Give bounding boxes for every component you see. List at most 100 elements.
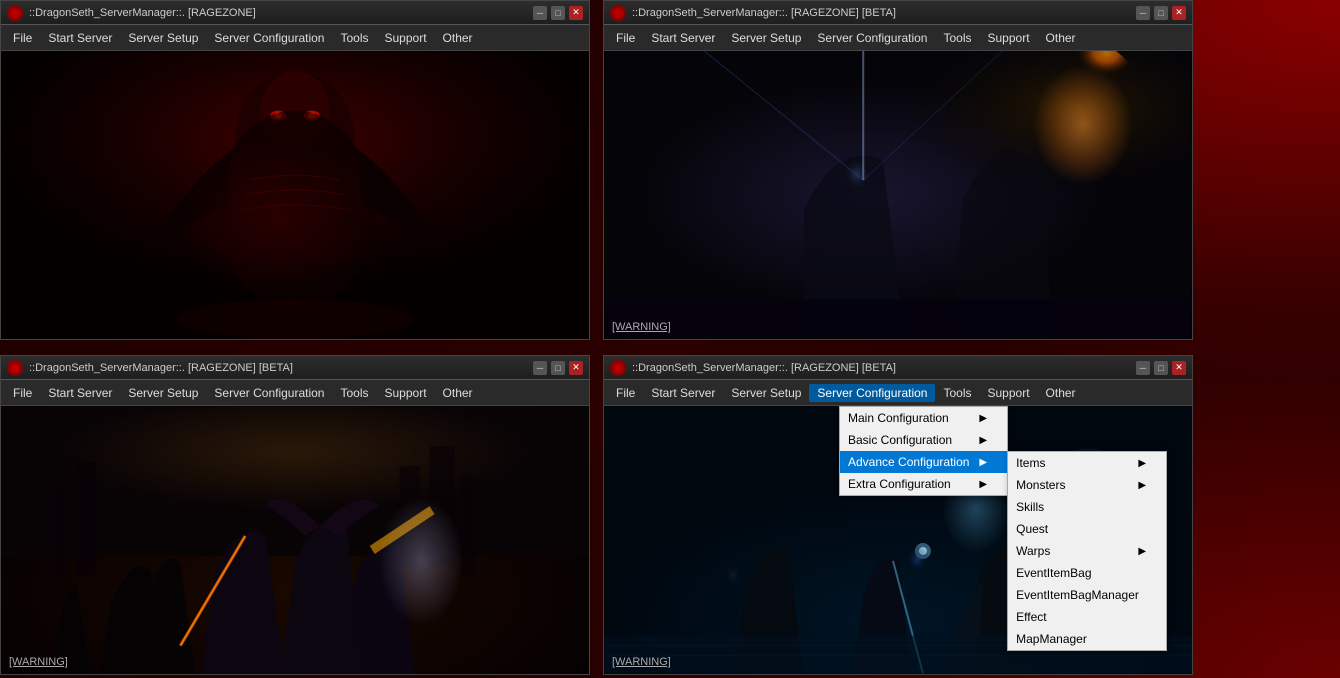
- menu-support-1[interactable]: Support: [377, 29, 435, 47]
- arrow-icon-extra-config: ▶: [979, 479, 987, 490]
- arrow-icon-basic-config: ▶: [979, 435, 987, 446]
- warning-text-3[interactable]: [WARNING]: [9, 656, 68, 668]
- menu-tools-1[interactable]: Tools: [332, 29, 376, 47]
- menu-support-4[interactable]: Support: [980, 384, 1038, 402]
- content-4: [WARNING] Main Configuration ▶ Basic Con…: [604, 406, 1192, 674]
- close-btn-1[interactable]: ✕: [569, 6, 583, 20]
- dropdown-basic-config[interactable]: Basic Configuration ▶: [840, 429, 1007, 451]
- menu-startserver-2[interactable]: Start Server: [643, 29, 723, 47]
- menu-serverconfig-4-active[interactable]: Server Configuration: [809, 384, 935, 402]
- menu-file-1[interactable]: File: [5, 29, 40, 47]
- menu-serversetup-1[interactable]: Server Setup: [120, 29, 206, 47]
- menu-serverconfig-3[interactable]: Server Configuration: [206, 384, 332, 402]
- window-1: ::DragonSeth_ServerManager::. [RAGEZONE]…: [0, 0, 590, 340]
- menu-other-3[interactable]: Other: [435, 384, 481, 402]
- menu-other-2[interactable]: Other: [1038, 29, 1084, 47]
- menu-other-4[interactable]: Other: [1038, 384, 1084, 402]
- art-svg-3: [1, 406, 589, 674]
- window-2: ::DragonSeth_ServerManager::. [RAGEZONE]…: [603, 0, 1193, 340]
- content-3: [WARNING]: [1, 406, 589, 674]
- title-bar-3: ::DragonSeth_ServerManager::. [RAGEZONE]…: [1, 356, 589, 380]
- arrow-icon-monsters: ▶: [1138, 480, 1146, 491]
- menu-other-1[interactable]: Other: [435, 29, 481, 47]
- app-icon-3: [7, 360, 23, 376]
- title-bar-4: ::DragonSeth_ServerManager::. [RAGEZONE]…: [604, 356, 1192, 380]
- maximize-btn-1[interactable]: □: [551, 6, 565, 20]
- menu-tools-3[interactable]: Tools: [332, 384, 376, 402]
- maximize-btn-3[interactable]: □: [551, 361, 565, 375]
- submenu-warps[interactable]: Warps ▶: [1008, 540, 1166, 562]
- window-4: ::DragonSeth_ServerManager::. [RAGEZONE]…: [603, 355, 1193, 675]
- menu-tools-2[interactable]: Tools: [935, 29, 979, 47]
- content-2: [WARNING]: [604, 51, 1192, 339]
- arrow-icon-main-config: ▶: [979, 413, 987, 424]
- title-text-4: ::DragonSeth_ServerManager::. [RAGEZONE]…: [632, 362, 1136, 374]
- app-icon-2: [610, 5, 626, 21]
- submenu-effect[interactable]: Effect: [1008, 606, 1166, 628]
- dropdown-main-config[interactable]: Main Configuration ▶: [840, 407, 1007, 429]
- menu-serverconfig-1[interactable]: Server Configuration: [206, 29, 332, 47]
- advance-config-submenu: Items ▶ Monsters ▶ Skills Ques: [1007, 451, 1167, 651]
- maximize-btn-4[interactable]: □: [1154, 361, 1168, 375]
- dropdown-advance-config[interactable]: Advance Configuration ▶ Items ▶ Monsters…: [840, 451, 1007, 473]
- menu-serversetup-3[interactable]: Server Setup: [120, 384, 206, 402]
- menu-startserver-1[interactable]: Start Server: [40, 29, 120, 47]
- submenu-quest[interactable]: Quest: [1008, 518, 1166, 540]
- menu-file-2[interactable]: File: [608, 29, 643, 47]
- title-controls-2: ─ □ ✕: [1136, 6, 1186, 20]
- minimize-btn-1[interactable]: ─: [533, 6, 547, 20]
- dropdown-extra-config[interactable]: Extra Configuration ▶: [840, 473, 1007, 495]
- menu-serverconfig-2[interactable]: Server Configuration: [809, 29, 935, 47]
- windows-container: ::DragonSeth_ServerManager::. [RAGEZONE]…: [0, 0, 1340, 678]
- warning-text-4[interactable]: [WARNING]: [612, 656, 671, 668]
- menu-bar-4: File Start Server Server Setup Server Co…: [604, 380, 1192, 406]
- title-text-2: ::DragonSeth_ServerManager::. [RAGEZONE]…: [632, 7, 1136, 19]
- submenu-eventitembagmanager[interactable]: EventItemBagManager: [1008, 584, 1166, 606]
- warning-text-2[interactable]: [WARNING]: [612, 321, 671, 333]
- artwork-1: [1, 51, 589, 339]
- artwork-2: [604, 51, 1192, 339]
- title-controls-3: ─ □ ✕: [533, 361, 583, 375]
- submenu-items[interactable]: Items ▶: [1008, 452, 1166, 474]
- close-btn-4[interactable]: ✕: [1172, 361, 1186, 375]
- menu-support-2[interactable]: Support: [980, 29, 1038, 47]
- menu-serversetup-4[interactable]: Server Setup: [723, 384, 809, 402]
- submenu-skills[interactable]: Skills: [1008, 496, 1166, 518]
- menu-startserver-4[interactable]: Start Server: [643, 384, 723, 402]
- arrow-icon-advance-config: ▶: [979, 457, 987, 468]
- menu-file-4[interactable]: File: [608, 384, 643, 402]
- submenu-monsters[interactable]: Monsters ▶: [1008, 474, 1166, 496]
- artwork-3: [1, 406, 589, 674]
- minimize-btn-4[interactable]: ─: [1136, 361, 1150, 375]
- server-config-dropdown: Main Configuration ▶ Basic Configuration…: [839, 406, 1008, 496]
- menu-startserver-3[interactable]: Start Server: [40, 384, 120, 402]
- title-controls-1: ─ □ ✕: [533, 6, 583, 20]
- arrow-icon-items: ▶: [1138, 458, 1146, 469]
- app-icon-1: [7, 5, 23, 21]
- close-btn-3[interactable]: ✕: [569, 361, 583, 375]
- menu-bar-2: File Start Server Server Setup Server Co…: [604, 25, 1192, 51]
- menu-tools-4[interactable]: Tools: [935, 384, 979, 402]
- submenu-eventitembag[interactable]: EventItemBag: [1008, 562, 1166, 584]
- menu-serversetup-2[interactable]: Server Setup: [723, 29, 809, 47]
- submenu-mapmanager[interactable]: MapManager: [1008, 628, 1166, 650]
- art-svg-1: [1, 51, 589, 339]
- minimize-btn-2[interactable]: ─: [1136, 6, 1150, 20]
- content-1: [1, 51, 589, 339]
- title-controls-4: ─ □ ✕: [1136, 361, 1186, 375]
- window-3: ::DragonSeth_ServerManager::. [RAGEZONE]…: [0, 355, 590, 675]
- menu-bar-1: File Start Server Server Setup Server Co…: [1, 25, 589, 51]
- menu-support-3[interactable]: Support: [377, 384, 435, 402]
- maximize-btn-2[interactable]: □: [1154, 6, 1168, 20]
- title-text-3: ::DragonSeth_ServerManager::. [RAGEZONE]…: [29, 362, 533, 374]
- menu-file-3[interactable]: File: [5, 384, 40, 402]
- minimize-btn-3[interactable]: ─: [533, 361, 547, 375]
- arrow-icon-warps: ▶: [1138, 546, 1146, 557]
- title-text-1: ::DragonSeth_ServerManager::. [RAGEZONE]: [29, 7, 533, 19]
- art-svg-2: [604, 51, 1192, 339]
- menu-bar-3: File Start Server Server Setup Server Co…: [1, 380, 589, 406]
- close-btn-2[interactable]: ✕: [1172, 6, 1186, 20]
- title-bar-2: ::DragonSeth_ServerManager::. [RAGEZONE]…: [604, 1, 1192, 25]
- title-bar-1: ::DragonSeth_ServerManager::. [RAGEZONE]…: [1, 1, 589, 25]
- app-icon-4: [610, 360, 626, 376]
